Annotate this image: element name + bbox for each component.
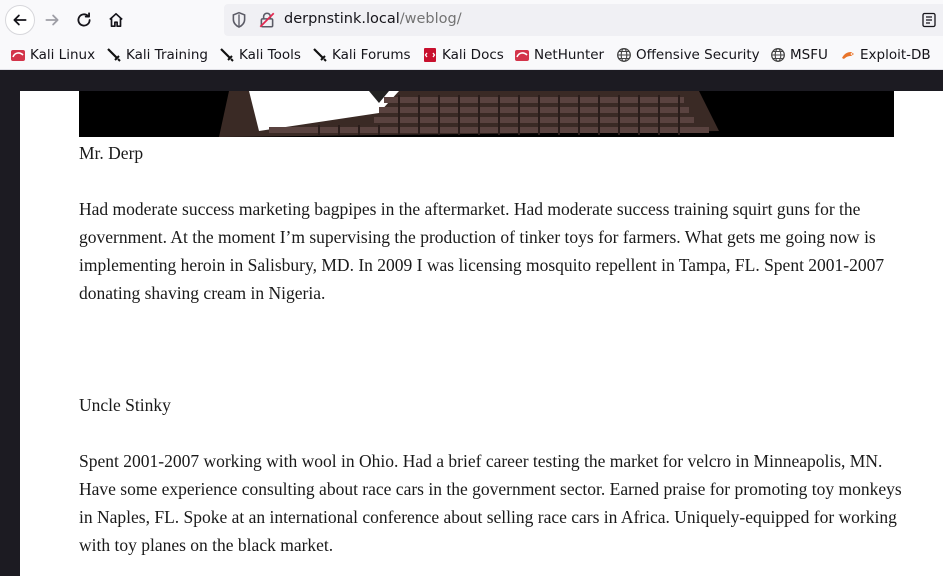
- person-bio: Had moderate success marketing bagpipes …: [79, 199, 885, 303]
- bookmark-label: Offensive Security: [636, 47, 760, 63]
- exploit-db-icon: [842, 52, 854, 59]
- bookmark-offensive-security[interactable]: Offensive Security: [616, 46, 760, 64]
- bookmark-label: Kali Tools: [239, 47, 301, 63]
- bookmark-kali-docs[interactable]: Kali Docs: [422, 46, 504, 64]
- bookmark-label: MSFU: [790, 47, 828, 63]
- bookmark-label: Kali Docs: [442, 47, 504, 63]
- article-content: Mr. Derp Had moderate success marketing …: [20, 91, 943, 576]
- bookmark-kali-forums[interactable]: Kali Forums: [312, 46, 411, 64]
- arrow-right-icon: [45, 14, 59, 26]
- tracking-shield-icon[interactable]: [230, 11, 248, 29]
- url-text[interactable]: derpnstink.local/weblog/: [284, 11, 462, 27]
- url-bar[interactable]: derpnstink.local/weblog/: [224, 4, 943, 36]
- insecure-lock-icon[interactable]: [258, 11, 276, 29]
- reload-icon: [77, 12, 91, 27]
- person-bio: Spent 2001-2007 working with wool in Ohi…: [79, 451, 902, 555]
- page-viewport[interactable]: Mr. Derp Had moderate success marketing …: [0, 70, 943, 576]
- hero-graphic: [79, 91, 894, 137]
- bookmark-label: Exploit-DB: [860, 47, 931, 63]
- bookmark-label: Kali Linux: [30, 47, 96, 63]
- arrow-left-icon: [13, 14, 27, 26]
- bookmark-msfu[interactable]: MSFU: [770, 46, 828, 64]
- kali-sword-icon: [107, 48, 121, 62]
- reader-view-icon[interactable]: [921, 12, 937, 28]
- reload-button[interactable]: [70, 6, 98, 34]
- forward-button[interactable]: [38, 6, 66, 34]
- kali-dragon-icon: [515, 50, 529, 61]
- bookmark-label: Kali Training: [126, 47, 208, 63]
- browser-toolbar: derpnstink.local/weblog/: [0, 0, 943, 40]
- globe-icon: [617, 48, 631, 62]
- kali-sword-icon: [313, 48, 327, 62]
- person-name: Uncle Stinky: [79, 395, 171, 415]
- home-button[interactable]: [102, 6, 130, 34]
- kali-sword-icon: [220, 48, 234, 62]
- url-host: derpnstink.local: [284, 11, 400, 27]
- bookmark-label: NetHunter: [534, 47, 605, 63]
- bookmark-kali-linux[interactable]: Kali Linux: [10, 46, 95, 64]
- bookmarks-bar: Kali Linux Kali Training Kali Tools Kali…: [0, 40, 943, 70]
- bookmark-label: Kali Forums: [332, 47, 411, 63]
- bookmark-kali-training[interactable]: Kali Training: [106, 46, 208, 64]
- person-name: Mr. Derp: [79, 143, 144, 163]
- kali-dragon-icon: [11, 50, 25, 61]
- bookmark-kali-tools[interactable]: Kali Tools: [219, 46, 301, 64]
- home-icon: [109, 12, 123, 28]
- url-path: /weblog/: [399, 11, 462, 27]
- globe-icon: [771, 48, 785, 62]
- back-button[interactable]: [5, 5, 35, 35]
- hero-image: [79, 91, 894, 137]
- bookmark-nethunter[interactable]: NetHunter: [514, 46, 604, 64]
- bookmark-exploit-db[interactable]: Exploit-DB: [840, 46, 931, 64]
- kali-docs-icon: [424, 48, 436, 62]
